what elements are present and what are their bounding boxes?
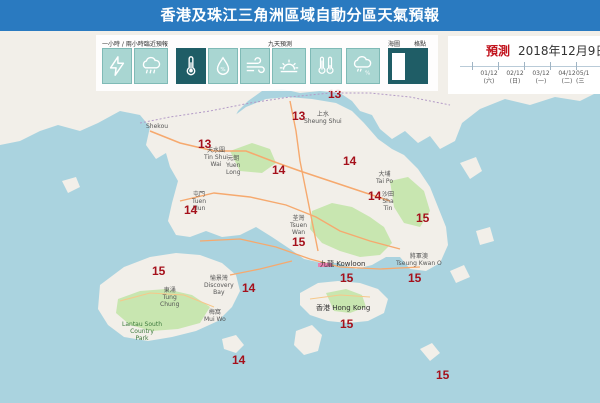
forecast-toolbar: 一小時 / 兩小時臨近預報 九天預測 海圖 格點 % %: [96, 35, 438, 91]
timeline-track[interactable]: [460, 66, 600, 67]
day-weekday: (日): [509, 78, 521, 85]
temperature-label[interactable]: 15: [416, 211, 429, 225]
place-label-sha-tin: 沙田 Sha Tin: [382, 191, 395, 212]
forecast-label: 預測: [486, 44, 511, 58]
timeline-day[interactable]: 01/12 (六): [476, 70, 502, 86]
page-title: 香港及珠江三角洲區域自動分區天氣預報: [0, 0, 600, 31]
rain-probability-button[interactable]: %: [346, 48, 380, 84]
temperature-button[interactable]: [176, 48, 206, 84]
timeline-tick: [472, 62, 473, 70]
place-label-hong-kong: 香港 Hong Kong: [316, 304, 371, 312]
humidity-icon: %: [216, 56, 230, 75]
forecast-date: 2018年12月9日: [518, 44, 600, 58]
map-toggle[interactable]: [388, 48, 428, 84]
place-label-discovery-bay: 愉景灣 Discovery Bay: [204, 275, 234, 296]
timeline-day[interactable]: 03/12 (一): [528, 70, 554, 86]
max-min-temperature-button[interactable]: [310, 48, 342, 84]
max-min-temperature-icon: [318, 56, 334, 74]
temperature-label[interactable]: 14: [242, 281, 255, 295]
timeline-day[interactable]: 02/12 (日): [502, 70, 528, 86]
timeline-day[interactable]: 05/1 (三: [576, 70, 600, 86]
temperature-label[interactable]: 15: [340, 317, 353, 331]
day-date: 02/12: [506, 70, 524, 77]
place-label-sheung-shui: 上水 Sheung Shui: [304, 111, 342, 125]
lightning-button[interactable]: [102, 48, 132, 84]
temperature-label[interactable]: 14: [184, 203, 197, 217]
lightning-icon: [109, 56, 125, 76]
temperature-label[interactable]: 14: [368, 189, 381, 203]
place-label-tung-chung: 東涌 Tung Chung: [160, 287, 180, 308]
app: 香港及珠江三角洲區域自動分區天氣預報 Shekou 天水圍 Tin Shui W…: [0, 0, 600, 403]
place-label-tseung-kwan-o: 將軍澳 Tseung Kwan O: [396, 253, 442, 267]
temperature-label[interactable]: 15: [152, 264, 165, 278]
day-weekday: (三: [576, 78, 585, 85]
sun-icon: [279, 59, 299, 73]
place-label-kowloon: 九龍 Kowloon: [320, 260, 366, 268]
temperature-label[interactable]: 13: [292, 109, 305, 123]
map-toggle-label: 海圖: [388, 41, 401, 48]
thermometer-icon: [186, 56, 196, 76]
place-label-tai-po: 大埔 Tai Po: [376, 171, 393, 185]
timeline-tick: [576, 62, 577, 70]
toggle-knob: [392, 53, 405, 80]
nowcast-group-label: 一小時 / 兩小時臨近預報: [102, 41, 168, 48]
forecast-date-panel: 預測 2018年12月9日 01/12 (六) 02/12 (日) 03/12 …: [448, 36, 600, 94]
temperature-label[interactable]: 14: [272, 163, 285, 177]
day-weekday: (六): [483, 78, 495, 85]
timeline-tick: [498, 62, 499, 70]
sunshine-button[interactable]: [272, 48, 306, 84]
wind-button[interactable]: [240, 48, 270, 84]
temperature-label[interactable]: 15: [292, 235, 305, 249]
place-label-mui-wo: 梅窩 Mui Wo: [204, 309, 226, 323]
temperature-label[interactable]: 15: [436, 368, 449, 382]
humidity-button[interactable]: %: [208, 48, 238, 84]
day-date: 01/12: [480, 70, 498, 77]
temperature-label[interactable]: 14: [343, 154, 356, 168]
place-label-yuen-long: 元朗 Yuen Long: [226, 155, 241, 176]
rain-probability-icon: %: [353, 55, 372, 76]
temperature-label[interactable]: 13: [198, 137, 211, 151]
day-weekday: (二): [561, 78, 573, 85]
place-label-lantau-park: Lantau South Country Park: [122, 321, 162, 342]
temperature-label[interactable]: 15: [408, 271, 421, 285]
svg-text:%: %: [220, 67, 225, 73]
wind-icon: [246, 57, 265, 74]
nineday-group-label: 九天預測: [268, 41, 293, 48]
day-weekday: (一): [535, 78, 547, 85]
temperature-label[interactable]: 14: [232, 353, 245, 367]
place-label-tsuen-wan: 荃灣 Tsuen Wan: [290, 215, 308, 236]
day-date: 04/12: [558, 70, 576, 77]
rain-nowcast-button[interactable]: [134, 48, 168, 84]
timeline-tick: [524, 62, 525, 70]
day-date: 05/1: [576, 70, 590, 77]
place-label-shekou: Shekou: [146, 123, 169, 130]
grid-points-label: 格點: [414, 41, 427, 48]
svg-text:%: %: [365, 70, 370, 76]
timeline-tick: [550, 62, 551, 70]
rain-cloud-icon: [142, 56, 161, 74]
temperature-label[interactable]: 15: [340, 271, 353, 285]
day-date: 03/12: [532, 70, 550, 77]
